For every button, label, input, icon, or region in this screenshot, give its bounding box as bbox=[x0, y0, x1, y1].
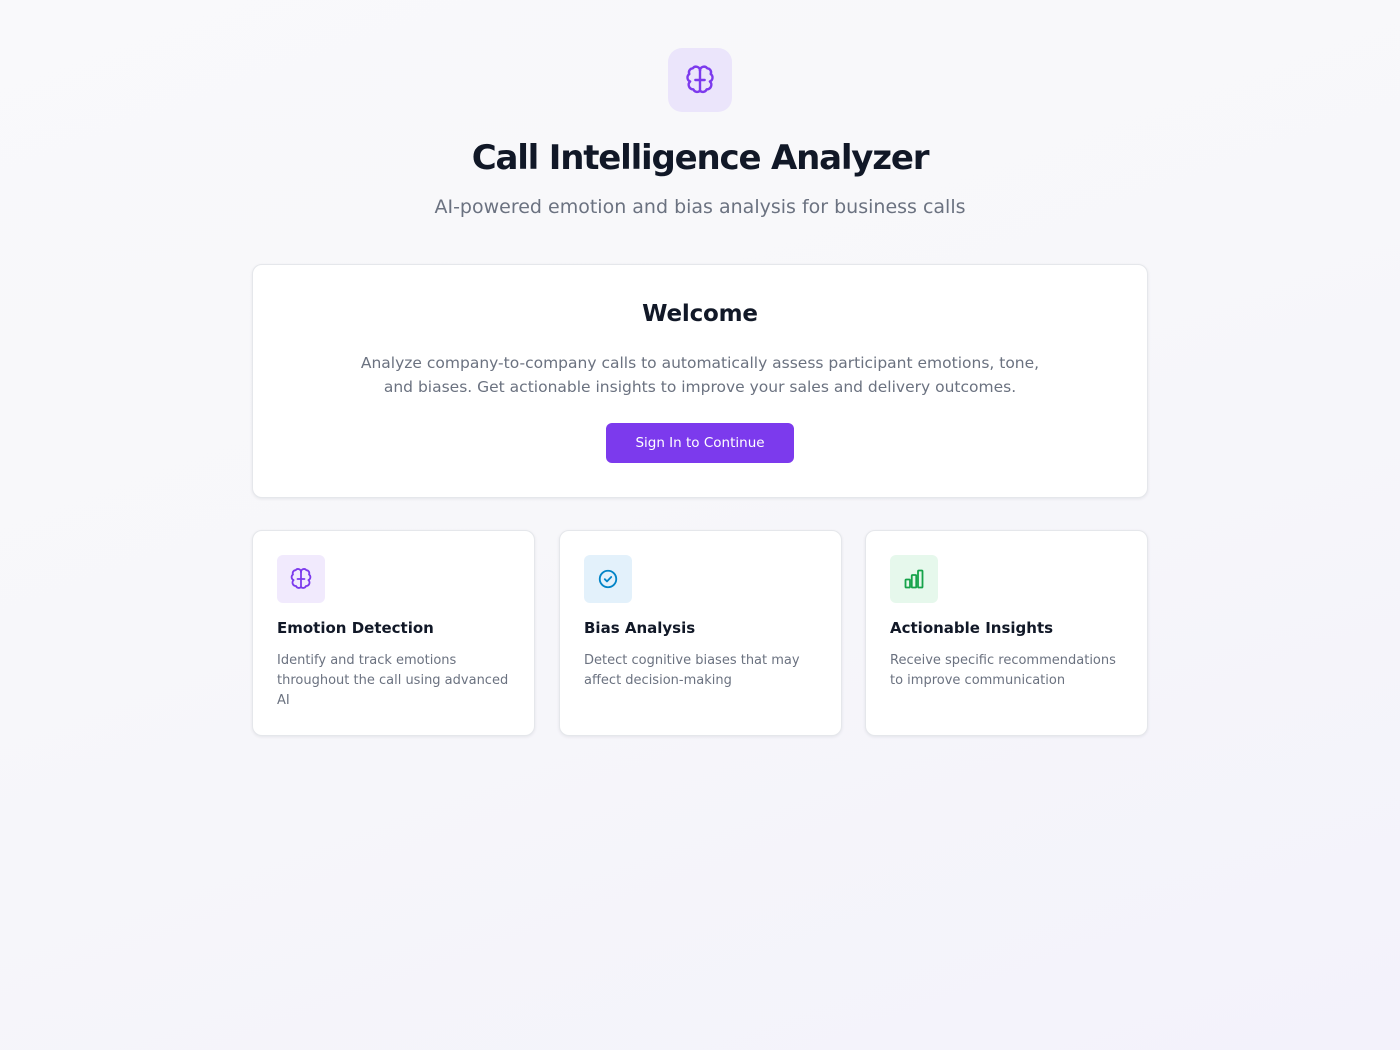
feature-card-actionable-insights: Actionable Insights Receive specific rec… bbox=[865, 530, 1148, 736]
welcome-title: Welcome bbox=[642, 301, 758, 327]
feature-description: Receive specific recommendations to impr… bbox=[890, 653, 1116, 688]
feature-icon-box bbox=[890, 555, 938, 603]
feature-card-bias-analysis: Bias Analysis Detect cognitive biases th… bbox=[559, 530, 842, 736]
page-subtitle: AI-powered emotion and bias analysis for… bbox=[434, 196, 966, 218]
feature-title: Bias Analysis bbox=[584, 619, 696, 637]
welcome-card: Welcome Analyze company-to-company calls… bbox=[252, 264, 1148, 498]
feature-icon-box bbox=[584, 555, 632, 603]
feature-card-emotion-detection: Emotion Detection Identify and track emo… bbox=[252, 530, 535, 736]
feature-cards: Emotion Detection Identify and track emo… bbox=[252, 530, 1148, 736]
feature-title: Emotion Detection bbox=[277, 619, 434, 637]
feature-description: Identify and track emotions throughout t… bbox=[277, 653, 509, 708]
app-header: Call Intelligence Analyzer AI-powered em… bbox=[0, 48, 1400, 220]
bar-chart-icon bbox=[902, 567, 926, 591]
feature-description: Detect cognitive biases that may affect … bbox=[584, 653, 800, 688]
brain-icon bbox=[289, 567, 313, 591]
app-logo bbox=[668, 48, 732, 112]
feature-icon-box bbox=[277, 555, 325, 603]
sign-in-button[interactable]: Sign In to Continue bbox=[606, 423, 794, 463]
page-title: Call Intelligence Analyzer bbox=[471, 138, 930, 178]
check-circle-icon bbox=[597, 568, 619, 590]
welcome-description: Analyze company-to-company calls to auto… bbox=[360, 354, 1040, 396]
brain-icon bbox=[684, 64, 716, 96]
feature-title: Actionable Insights bbox=[890, 619, 1054, 637]
